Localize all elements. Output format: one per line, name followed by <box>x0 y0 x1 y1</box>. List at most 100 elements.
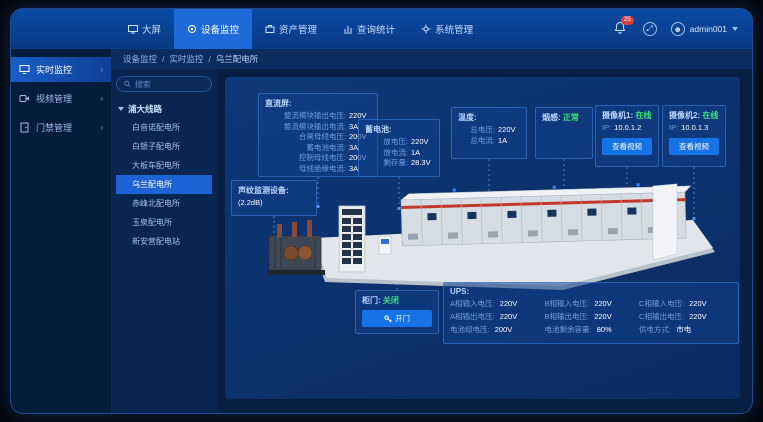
sidebar-item-realtime[interactable]: 实时监控 › <box>11 57 111 82</box>
panel-title: 柜门: 关闭 <box>362 295 432 306</box>
field-value: 220V <box>594 299 612 308</box>
nav-label: 大屏 <box>142 22 161 36</box>
nav-item-system[interactable]: 系统管理 <box>408 9 486 49</box>
noise-monitor-panel: 声纹监测设备: (2.2dB) <box>231 180 317 216</box>
tree-item-selected[interactable]: 乌兰配电所 <box>116 175 212 194</box>
video-icon <box>19 93 30 104</box>
nav-label: 查询统计 <box>357 22 395 36</box>
nav-item-statistics[interactable]: 查询统计 <box>330 9 408 49</box>
field-label: B相输入电压: <box>545 299 590 308</box>
temperature-panel: 温度: 总电压:220V 总电流:1A <box>451 107 527 159</box>
breadcrumb: 设备监控 / 实时监控 / 乌兰配电所 <box>111 49 752 69</box>
nav-label: 资产管理 <box>279 22 317 36</box>
camera2-status: 在线 <box>702 111 718 120</box>
nav-label: 系统管理 <box>435 22 473 36</box>
panel-title: 直流屏: <box>265 98 371 109</box>
field-value: 220V <box>594 312 612 321</box>
field-value: 220V <box>498 125 520 136</box>
chevron-right-icon: › <box>100 65 103 74</box>
field-label: 整流模块输出电流: <box>265 122 346 133</box>
sidebar-item-label: 实时监控 <box>36 63 94 76</box>
field-label: 总电流: <box>458 136 495 147</box>
search-input[interactable] <box>135 80 204 89</box>
panel-title: 温度: <box>458 112 520 123</box>
ups-cell: A相输出电压: 220V <box>450 311 539 322</box>
stats-icon <box>343 24 353 34</box>
ups-cell: 电池剩余容量: 80% <box>545 324 634 335</box>
field-value: 28.3V <box>411 158 433 169</box>
field-label: 总电压: <box>458 125 495 136</box>
field-label: A相输入电压: <box>450 299 495 308</box>
field-value: 220V <box>411 137 433 148</box>
field-label: A相输出电压: <box>450 312 495 321</box>
tree-item[interactable]: 赤峰北配电所 <box>116 194 212 213</box>
field-value: 市电 <box>676 325 691 334</box>
ups-cell: A相输入电压: 220V <box>450 298 539 309</box>
breadcrumb-item[interactable]: 设备监控 <box>123 53 157 65</box>
avatar: ☻ <box>671 22 685 36</box>
notifications-button[interactable]: 25 <box>613 21 629 37</box>
ups-cell: C相输出电压: 220V <box>639 311 732 322</box>
chevron-right-icon: › <box>100 123 103 132</box>
field-value: 220V <box>689 299 707 308</box>
sidebar-item-access[interactable]: 门禁管理 › <box>11 115 111 140</box>
panel-title: 摄像机1: 在线 <box>602 110 652 121</box>
door-label: 柜门: <box>362 296 381 305</box>
nav-item-dashboard[interactable]: 大屏 <box>115 9 174 49</box>
door-status: 关闭 <box>383 296 399 305</box>
field-value: 80% <box>597 325 612 334</box>
field-label: C相输入电压: <box>639 299 684 308</box>
breadcrumb-item[interactable]: 实时监控 <box>169 53 203 65</box>
ip-value: 10.0.1.2 <box>614 123 641 134</box>
panel-title: 声纹监测设备: <box>238 185 310 196</box>
cabinet-door-panel: 柜门: 关闭 开门 <box>355 290 439 334</box>
field-label: 供电方式: <box>639 325 671 334</box>
field-label: 电池剩余容量: <box>545 325 592 334</box>
fullscreen-button[interactable]: ⤢ <box>643 22 657 36</box>
battery-panel: 蓄电池: 放电压:220V 放电流:1A 剩存量:28.3V <box>358 119 440 177</box>
field-value: 220V <box>689 312 707 321</box>
key-icon <box>384 315 392 323</box>
ups-panel: UPS: A相输入电压: 220V B相输入电压: 220V C相输入电压: 2… <box>443 282 739 344</box>
username: admin001 <box>690 24 727 34</box>
field-label: 整流模块输出电压: <box>265 111 346 122</box>
nav-label: 设备监控 <box>201 22 239 36</box>
ups-cell: C相输入电压: 220V <box>639 298 732 309</box>
user-menu[interactable]: ☻ admin001 <box>671 22 738 36</box>
breadcrumb-item-current: 乌兰配电所 <box>216 53 259 65</box>
panel-title: UPS: <box>450 287 732 296</box>
breadcrumb-separator: / <box>208 54 210 64</box>
nav-item-device-monitor[interactable]: 设备监控 <box>174 9 252 49</box>
tree-item[interactable]: 白银子配电所 <box>116 137 212 156</box>
field-value: 220V <box>500 312 518 321</box>
field-value: 220V <box>500 299 518 308</box>
tree-item[interactable]: 玉泉配电所 <box>116 213 212 232</box>
tree-item[interactable]: 白音诺配电所 <box>116 118 212 137</box>
tree-group-header[interactable]: 浦大线路 <box>116 100 212 118</box>
field-value: 1A <box>498 136 520 147</box>
ups-cell: B相输出电压: 220V <box>545 311 634 322</box>
camera1-label: 摄像机1: <box>602 111 633 120</box>
view-video-button[interactable]: 查看视频 <box>669 138 719 155</box>
tree-search <box>116 76 212 92</box>
ip-value: 10.0.1.3 <box>681 123 708 134</box>
breadcrumb-separator: / <box>162 54 164 64</box>
open-door-button[interactable]: 开门 <box>362 310 432 327</box>
chevron-right-icon: › <box>100 94 103 103</box>
field-label: C相输出电压: <box>639 312 684 321</box>
nav-item-assets[interactable]: 资产管理 <box>252 9 330 49</box>
sidebar-item-label: 视频管理 <box>36 92 94 105</box>
sidebar-item-video[interactable]: 视频管理 › <box>11 86 111 111</box>
settings-icon <box>421 24 431 34</box>
asset-icon <box>265 24 275 34</box>
camera1-status: 在线 <box>635 111 651 120</box>
main-nav: 大屏 设备监控 资产管理 查询统计 系统管理 <box>115 9 486 49</box>
smoke-label: 烟感: <box>542 113 561 122</box>
panel-title: 烟感: 正常 <box>542 112 586 123</box>
ip-label: IP: <box>602 123 611 134</box>
view-video-button[interactable]: 查看视频 <box>602 138 652 155</box>
tree-item[interactable]: 大板车配电所 <box>116 156 212 175</box>
panel-title: 摄像机2: 在线 <box>669 110 719 121</box>
tree-item[interactable]: 新安营配电站 <box>116 232 212 251</box>
smoke-sensor-panel: 烟感: 正常 <box>535 107 593 159</box>
